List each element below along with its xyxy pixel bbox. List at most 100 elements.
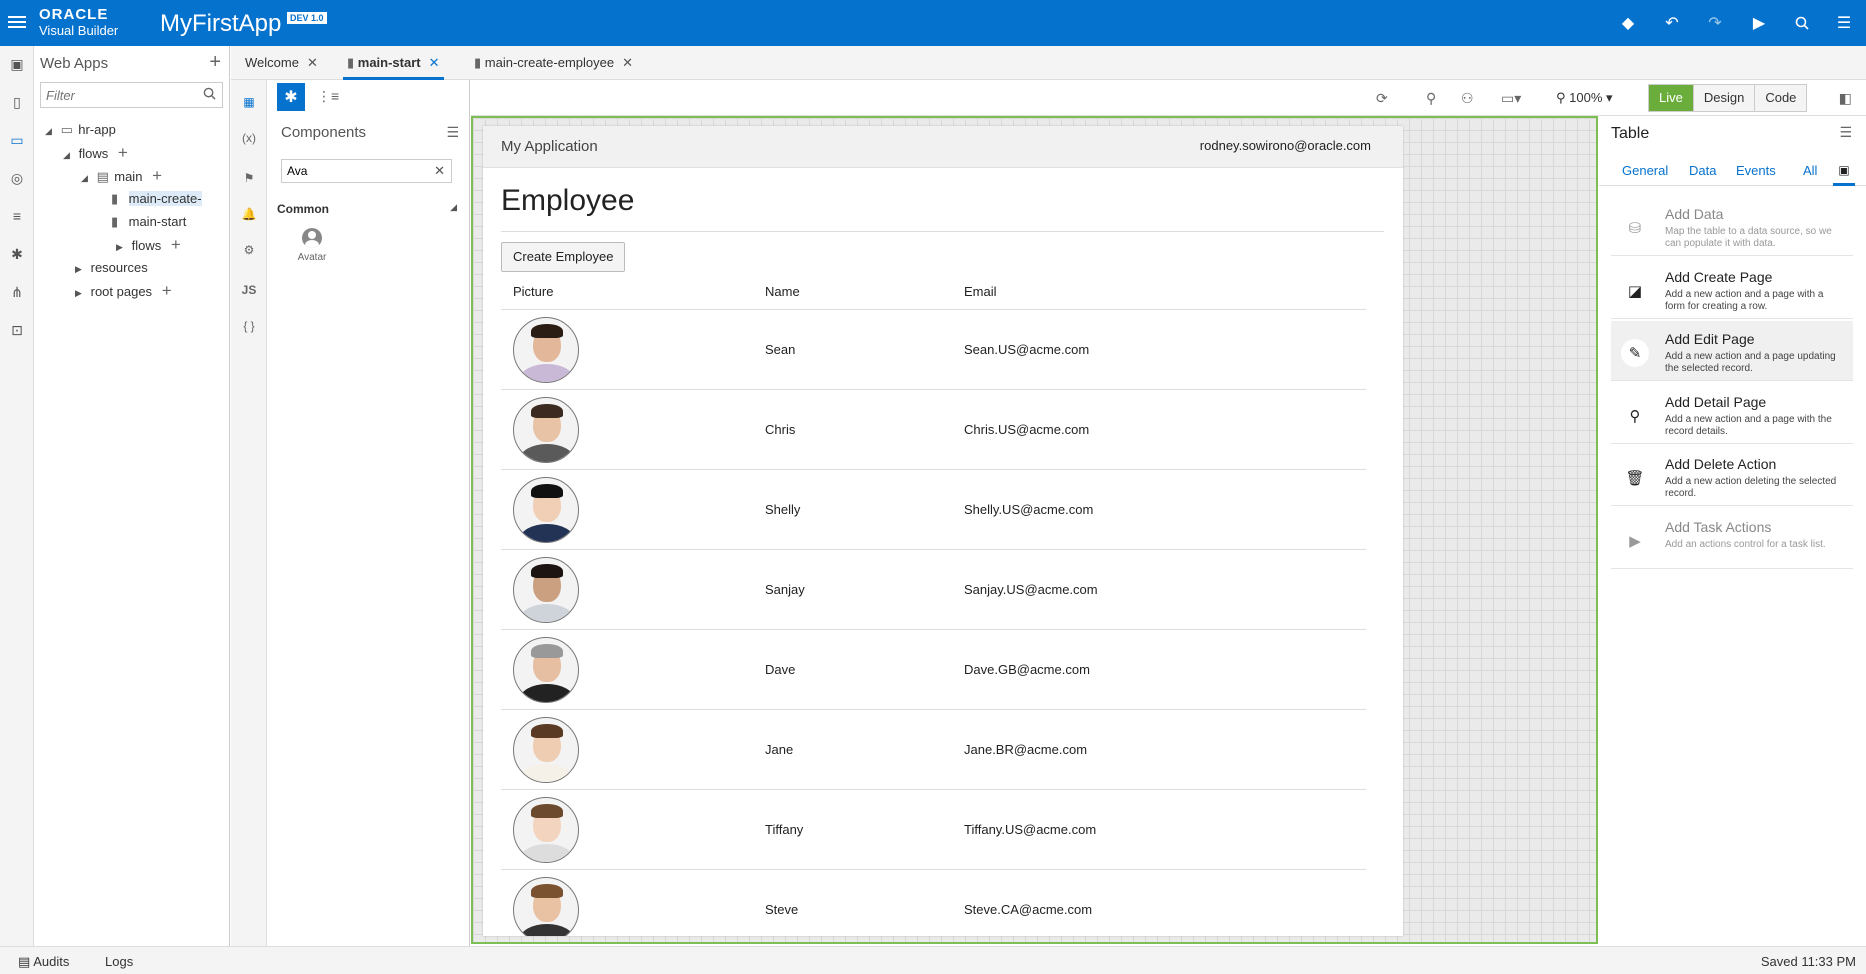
clear-icon[interactable]: ✕ [434,163,445,179]
expand-arrow-icon[interactable]: ◢ [45,120,57,142]
tree-item-main[interactable]: ◢ ▤ main + [81,165,162,187]
git-icon[interactable]: ◆ [1617,12,1639,34]
search-icon[interactable] [1791,12,1813,34]
expand-arrow-icon[interactable]: ◢ [63,144,75,166]
quick-start-add-data[interactable]: ⛁ Add Data Map the table to a data source,… [1611,196,1853,256]
zoom-select[interactable]: ⚲ 100% ▾ [1556,90,1613,106]
close-icon[interactable]: ✕ [307,55,318,70]
table-row[interactable]: Steve Steve.CA@acme.com [501,870,1366,936]
redo-icon[interactable]: ↷ [1704,12,1726,34]
tab-main-create-employee[interactable]: ▮ main-create-employee ✕ [474,46,633,80]
close-icon[interactable]: ✕ [429,55,440,70]
tree-item-main-start[interactable]: ▮ main-start [111,211,186,233]
filter-field[interactable] [40,82,223,108]
tree-item-resources[interactable]: ▶ resources [75,257,148,279]
add-flow-icon[interactable]: + [171,235,181,254]
js-icon[interactable]: JS [239,280,259,300]
component-search-input[interactable] [282,160,422,182]
quick-start-add-edit-page[interactable]: ✎ Add Edit Page Add a new action and a pag… [1611,321,1853,381]
tab-label: main-start [357,55,421,70]
design-mode-button[interactable]: Design [1692,85,1755,111]
people-icon[interactable]: ⚇ [1461,90,1474,107]
screen-size-icon[interactable]: ▭▾ [1501,90,1521,107]
quick-start-tab-icon[interactable]: ▣ [1833,158,1855,186]
events-bell-icon[interactable]: 🔔 [239,204,259,224]
web-apps-icon[interactable]: ▭ [9,132,25,148]
table-row[interactable]: Dave Dave.GB@acme.com [501,630,1366,710]
variables-icon[interactable]: (x) [239,128,259,148]
quick-start-add-delete-action[interactable]: 🗑 Add Delete Action Add a new action delet… [1611,446,1853,506]
device-icon[interactable]: ⚲ [1426,90,1436,107]
tab-events[interactable]: Events [1736,163,1776,178]
audits-button[interactable]: ▤ Audits [18,954,69,970]
collapse-arrow-icon[interactable]: ▶ [75,258,87,280]
employee-email: Dave.GB@acme.com [964,662,1090,677]
panel-menu-icon[interactable]: ☰ [446,124,459,141]
app-name[interactable]: MyFirstApp [160,10,281,38]
structure-tab-icon[interactable]: ⋮≡ [317,88,339,105]
tree-item-subflows[interactable]: ▶ flows + [116,234,181,256]
component-search[interactable]: ✕ [281,159,452,183]
table-row[interactable]: Jane Jane.BR@acme.com [501,710,1366,790]
tree-item-hr-app[interactable]: ◢ ▭ hr-app [45,119,116,141]
toggle-properties-icon[interactable]: ◧ [1839,90,1852,107]
source-icon[interactable]: ⊡ [9,322,25,338]
table-row[interactable]: Tiffany Tiffany.US@acme.com [501,790,1366,870]
table-row[interactable]: Sean Sean.US@acme.com [501,310,1366,390]
collapse-arrow-icon[interactable]: ▶ [75,282,87,304]
add-flow-icon[interactable]: + [118,143,128,162]
json-braces-icon[interactable]: { } [239,316,259,336]
code-mode-button[interactable]: Code [1754,85,1807,111]
table-row[interactable]: Chris Chris.US@acme.com [501,390,1366,470]
quick-start-add-detail-page[interactable]: ⚲ Add Detail Page Add a new action and a p… [1611,384,1853,444]
business-objects-icon[interactable]: ≡ [9,208,25,224]
add-root-page-icon[interactable]: + [162,281,172,300]
tree-item-main-create[interactable]: ▮ main-create- [111,188,202,210]
processes-icon[interactable]: ⋔ [9,284,25,300]
tab-general[interactable]: General [1622,163,1668,178]
category-arrow-icon[interactable]: ◢ [450,202,457,213]
mobile-apps-icon[interactable]: ▯ [9,94,25,110]
action-title: Add Detail Page [1665,393,1767,410]
navigator-icon[interactable]: ▣ [9,56,25,72]
table-row[interactable]: Shelly Shelly.US@acme.com [501,470,1366,550]
user-email[interactable]: rodney.sowirono@oracle.com [1200,138,1371,153]
add-page-icon[interactable]: + [152,166,162,185]
logs-button[interactable]: Logs [105,954,133,969]
live-mode-button[interactable]: Live [1649,85,1693,111]
services-icon[interactable]: ◎ [9,170,25,186]
collapse-arrow-icon[interactable]: ▶ [116,236,128,258]
create-employee-button[interactable]: Create Employee [501,242,626,272]
filter-input[interactable] [41,83,191,107]
add-web-app-icon[interactable]: + [209,51,221,74]
expand-arrow-icon[interactable]: ◢ [81,167,93,189]
components-icon[interactable]: ✱ [9,246,25,262]
hamburger-menu-icon[interactable] [8,13,26,33]
employee-email: Steve.CA@acme.com [964,902,1093,917]
tab-welcome[interactable]: Welcome ✕ [245,46,318,80]
table-row[interactable]: Sanjay Sanjay.US@acme.com [501,550,1366,630]
run-icon[interactable]: ▶ [1748,12,1770,34]
properties-menu-icon[interactable]: ☰ [1839,124,1852,141]
category-common[interactable]: Common [277,202,329,216]
page-designer-icon[interactable]: ▦ [239,92,259,112]
menu-icon[interactable]: ☰ [1833,12,1855,34]
quick-start-add-create-page[interactable]: ◪ Add Create Page Add a new action and a p… [1611,259,1853,319]
search-icon[interactable] [203,87,216,103]
tab-all[interactable]: All [1803,163,1817,178]
quick-start-add-task-actions[interactable]: ▶ Add Task Actions Add an actions control … [1611,509,1853,569]
tab-main-start[interactable]: ▮ main-start ✕ [343,46,444,80]
flow-icon: ▤ [96,169,109,184]
tab-data[interactable]: Data [1689,163,1716,178]
undo-icon[interactable]: ↶ [1661,12,1683,34]
flag-icon[interactable]: ⚑ [239,168,259,188]
tree-item-flows[interactable]: ◢ flows + [63,142,128,164]
components-tab-icon[interactable]: ✱ [277,83,305,111]
component-avatar[interactable]: Avatar [287,228,337,263]
refresh-icon[interactable]: ⟳ [1376,90,1388,107]
tree-item-root-pages[interactable]: ▶ root pages + [75,280,172,302]
design-canvas: My Application rodney.sowirono@oracle.co… [471,116,1598,944]
column-header-picture: Picture [513,284,554,299]
close-icon[interactable]: ✕ [622,55,633,70]
settings-gear-icon[interactable]: ⚙ [239,240,259,260]
